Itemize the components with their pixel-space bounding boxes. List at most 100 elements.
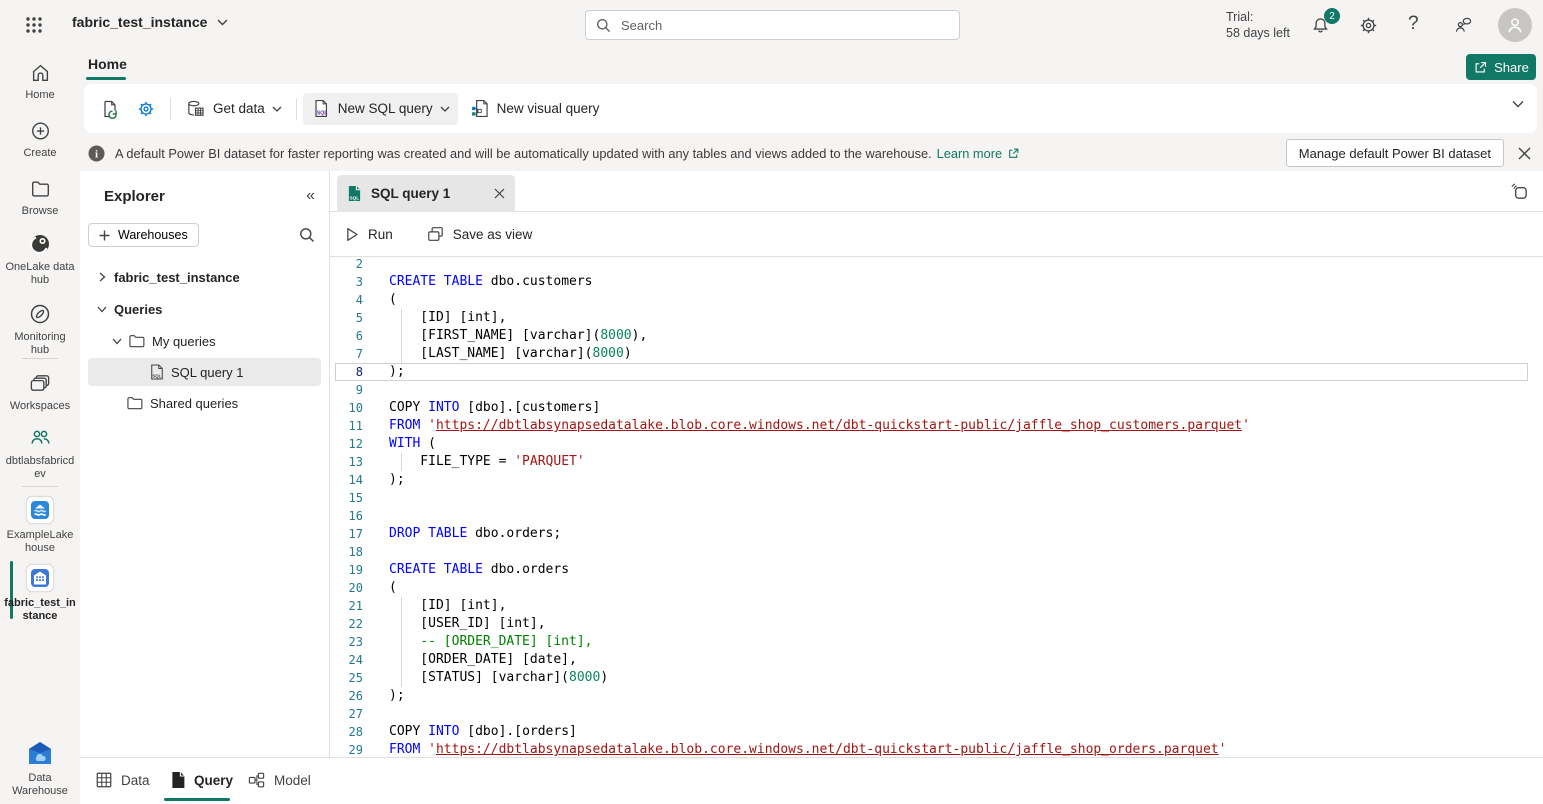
- rail-item-examplelakehouse[interactable]: ExampleLakehouse: [0, 496, 80, 555]
- editor-tab-bar: SQL SQL query 1: [330, 171, 1543, 212]
- rail-item-data-warehouse[interactable]: Data Warehouse: [0, 740, 80, 798]
- search-input[interactable]: [619, 17, 949, 34]
- chevron-right-icon[interactable]: [97, 272, 107, 282]
- banner-message: A default Power BI dataset for faster re…: [115, 146, 932, 161]
- close-banner-icon[interactable]: [1518, 147, 1531, 160]
- chevron-down-icon: [1512, 100, 1524, 108]
- new-warehouse-button[interactable]: Warehouses: [88, 223, 199, 247]
- code-line[interactable]: 19CREATE TABLE dbo.orders: [335, 561, 1528, 579]
- new-visual-query-button[interactable]: New visual query: [462, 93, 608, 125]
- manage-dataset-button[interactable]: Manage default Power BI dataset: [1286, 139, 1504, 167]
- code-text: COPY INTO [dbo].[customers]: [389, 399, 600, 417]
- code-line[interactable]: 10COPY INTO [dbo].[customers]: [335, 399, 1528, 417]
- code-text: [USER_ID] [int],: [389, 615, 546, 633]
- code-line[interactable]: 24 [ORDER_DATE] [date],: [335, 651, 1528, 669]
- rail-item-browse[interactable]: Browse: [0, 178, 80, 218]
- rail-item-dbtlabsfabricdev[interactable]: dbtlabsfabricdev: [0, 426, 80, 481]
- rail-item-workspaces[interactable]: Workspaces: [0, 372, 80, 413]
- rail-item-create[interactable]: Create: [0, 120, 80, 160]
- notifications-button[interactable]: 2: [1310, 15, 1331, 36]
- external-link-icon: [1007, 147, 1020, 160]
- main-content: Explorer « Warehouses: [80, 171, 1543, 757]
- code-line[interactable]: 5 [ID] [int],: [335, 309, 1528, 327]
- code-line[interactable]: 23 -- [ORDER_DATE] [int],: [335, 633, 1528, 651]
- code-line[interactable]: 14);: [335, 471, 1528, 489]
- chevron-down-icon: [272, 106, 282, 112]
- tree-item-my-queries[interactable]: My queries: [80, 327, 329, 355]
- learn-more-link[interactable]: Learn more: [937, 146, 1002, 161]
- code-lines[interactable]: 23CREATE TABLE dbo.customers4(5 [ID] [in…: [335, 255, 1528, 757]
- rail-item-monitoring-hub[interactable]: Monitoring hub: [0, 302, 80, 357]
- settings-button[interactable]: [1358, 15, 1379, 36]
- chevron-down-icon[interactable]: [112, 336, 122, 346]
- chevron-down-icon[interactable]: [97, 304, 107, 314]
- tree-item-sql-query-1[interactable]: SQL SQL query 1: [88, 358, 321, 386]
- code-line[interactable]: 6 [FIRST_NAME] [varchar](8000),: [335, 327, 1528, 345]
- tree-item-queries[interactable]: Queries: [80, 295, 329, 323]
- code-line[interactable]: 16: [335, 507, 1528, 525]
- code-line[interactable]: 20(: [335, 579, 1528, 597]
- rail-item-fabric-test-instance[interactable]: fabric_test_instance: [0, 564, 80, 623]
- code-line[interactable]: 17DROP TABLE dbo.orders;: [335, 525, 1528, 543]
- database-icon: [185, 99, 206, 119]
- tree-item-warehouse[interactable]: fabric_test_instance: [80, 263, 329, 291]
- global-search[interactable]: [585, 10, 960, 40]
- collapse-panel-icon[interactable]: «: [306, 187, 315, 205]
- share-button[interactable]: Share: [1466, 54, 1536, 80]
- refresh-item-button[interactable]: [92, 93, 128, 125]
- ribbon-collapse-button[interactable]: [1512, 100, 1524, 108]
- code-line[interactable]: 9: [335, 381, 1528, 399]
- code-line[interactable]: 11FROM 'https://dbtlabsynapsedatalake.bl…: [335, 417, 1528, 435]
- code-line[interactable]: 22 [USER_ID] [int],: [335, 615, 1528, 633]
- tool-settings-button[interactable]: [128, 93, 164, 125]
- help-button[interactable]: ?: [1408, 13, 1419, 35]
- plus-circle-icon: [29, 120, 52, 142]
- sql-file-icon: SQL: [150, 364, 164, 380]
- view-tab-model[interactable]: Model: [247, 766, 311, 794]
- dataset-info-banner: i A default Power BI dataset for faster …: [80, 135, 1543, 171]
- line-number: 23: [335, 633, 363, 651]
- run-button[interactable]: Run: [345, 227, 393, 242]
- code-line[interactable]: 15: [335, 489, 1528, 507]
- code-line[interactable]: 29FROM 'https://dbtlabsynapsedatalake.bl…: [335, 741, 1528, 757]
- tab-sql-query-1[interactable]: SQL SQL query 1: [337, 175, 515, 212]
- trial-status: Trial: 58 days left: [1226, 9, 1290, 41]
- rail-item-home[interactable]: Home: [0, 62, 80, 102]
- folder-icon: [127, 396, 143, 410]
- tab-list-icon[interactable]: [1510, 182, 1529, 201]
- code-line[interactable]: 8);: [335, 363, 1528, 381]
- code-text: DROP TABLE dbo.orders;: [389, 525, 561, 543]
- lakehouse-icon: [26, 496, 54, 524]
- folder-icon: [129, 334, 145, 348]
- code-line[interactable]: 4(: [335, 291, 1528, 309]
- code-line[interactable]: 2: [335, 255, 1528, 273]
- new-sql-query-button[interactable]: SQL New SQL query: [303, 93, 458, 125]
- app-launcher-button[interactable]: [24, 15, 44, 35]
- code-line[interactable]: 7 [LAST_NAME] [varchar](8000): [335, 345, 1528, 363]
- document-refresh-icon: [100, 99, 120, 119]
- line-number: 5: [335, 309, 363, 327]
- view-tab-data[interactable]: Data: [95, 766, 150, 794]
- code-line[interactable]: 12WITH (: [335, 435, 1528, 453]
- get-data-button[interactable]: Get data: [177, 93, 290, 125]
- feedback-button[interactable]: [1452, 15, 1474, 36]
- code-line[interactable]: 27: [335, 705, 1528, 723]
- code-line[interactable]: 28COPY INTO [dbo].[orders]: [335, 723, 1528, 741]
- code-line[interactable]: 25 [STATUS] [varchar](8000): [335, 669, 1528, 687]
- code-line[interactable]: 3CREATE TABLE dbo.customers: [335, 273, 1528, 291]
- save-as-view-button[interactable]: Save as view: [427, 226, 533, 242]
- code-line[interactable]: 26);: [335, 687, 1528, 705]
- tab-home[interactable]: Home: [88, 56, 127, 72]
- account-avatar[interactable]: [1498, 8, 1532, 42]
- explorer-search-icon[interactable]: [299, 227, 315, 243]
- view-tab-query[interactable]: Query: [170, 766, 233, 794]
- workspaces-icon: [28, 372, 52, 395]
- code-line[interactable]: 18: [335, 543, 1528, 561]
- code-line[interactable]: 13 FILE_TYPE = 'PARQUET': [335, 453, 1528, 471]
- tree-item-shared-queries[interactable]: Shared queries: [80, 389, 329, 417]
- line-number: 12: [335, 435, 363, 453]
- close-tab-icon[interactable]: [494, 188, 505, 199]
- code-line[interactable]: 21 [ID] [int],: [335, 597, 1528, 615]
- workspace-switcher[interactable]: fabric_test_instance: [72, 14, 228, 30]
- rail-item-onelake-data-hub[interactable]: OneLake data hub: [0, 232, 80, 287]
